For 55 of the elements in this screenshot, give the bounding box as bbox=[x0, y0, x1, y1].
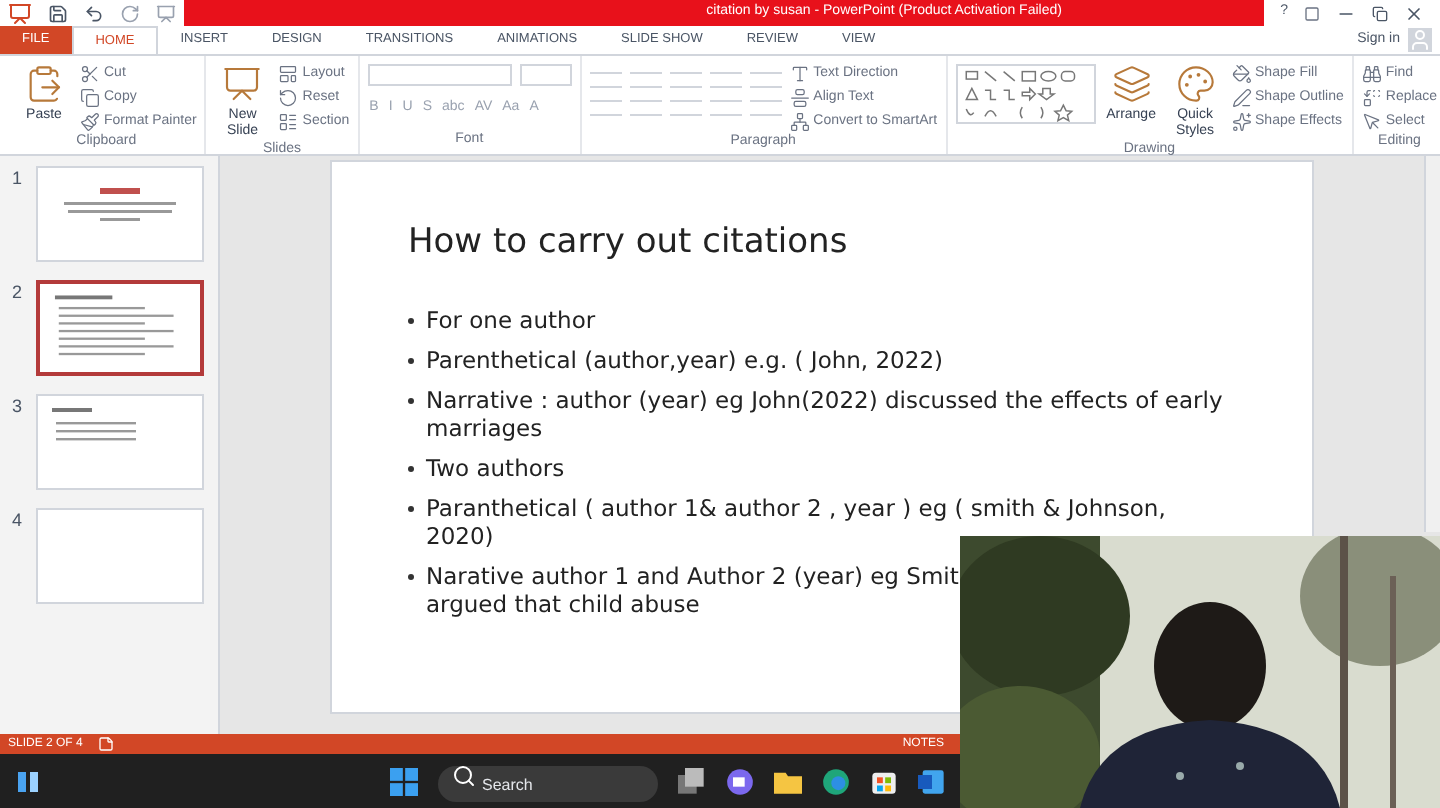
scissors-icon bbox=[80, 64, 100, 84]
search-icon bbox=[452, 763, 476, 787]
store-icon[interactable] bbox=[870, 767, 898, 795]
redo-icon[interactable] bbox=[120, 3, 140, 23]
bullet-item: Narrative : author (year) eg John(2022) discussed the effects of early marriages bbox=[408, 385, 1312, 441]
pen-icon bbox=[1231, 88, 1252, 108]
slide-preview-drawing bbox=[54, 295, 174, 356]
restore-icon[interactable] bbox=[1372, 5, 1388, 21]
bullet-item: Two authors bbox=[408, 453, 1312, 481]
bullet-icon bbox=[408, 357, 414, 363]
styles-icon bbox=[1175, 64, 1216, 104]
scroll-bar[interactable] bbox=[1424, 156, 1440, 532]
smartart-icon bbox=[789, 112, 810, 132]
font-size-field[interactable] bbox=[519, 64, 572, 86]
slide-number: 3 bbox=[12, 394, 25, 420]
search-field[interactable]: Search bbox=[438, 766, 658, 802]
text-direction-icon bbox=[789, 64, 810, 84]
bullet-icon bbox=[408, 465, 414, 471]
slide-preview-drawing bbox=[52, 408, 136, 441]
slide-number: 2 bbox=[12, 280, 25, 306]
bullet-item: Parenthetical (author,year) e.g. ( John, 2022) bbox=[408, 345, 1312, 373]
section-icon bbox=[278, 112, 299, 132]
bullet-item: Paranthetical ( author 1& author 2 , year ) eg ( smith & Johnson, 2020) bbox=[408, 493, 1312, 549]
task-view-icon[interactable] bbox=[678, 767, 706, 795]
slideshow-icon[interactable] bbox=[156, 3, 176, 23]
paintbrush-icon bbox=[80, 112, 100, 132]
slide-number: 1 bbox=[12, 166, 25, 192]
slide-preview-drawing bbox=[64, 188, 176, 221]
align-icon bbox=[789, 88, 810, 108]
folder-icon[interactable] bbox=[774, 767, 802, 795]
sparkles-icon bbox=[1231, 112, 1252, 132]
browser-icon[interactable] bbox=[822, 767, 850, 795]
reset-icon bbox=[278, 88, 299, 108]
binoculars-icon bbox=[1361, 64, 1382, 84]
bullet-icon bbox=[408, 573, 414, 579]
font-name-field[interactable] bbox=[367, 64, 512, 86]
paste-icon bbox=[24, 64, 64, 104]
close-icon[interactable] bbox=[1404, 3, 1424, 23]
undo-icon[interactable] bbox=[84, 3, 104, 23]
copy-icon bbox=[80, 88, 100, 108]
layout-icon bbox=[278, 64, 299, 84]
bullet-icon bbox=[408, 317, 414, 323]
save-icon[interactable] bbox=[48, 3, 68, 23]
arrange-icon bbox=[1111, 64, 1152, 104]
slide-icon bbox=[222, 64, 263, 104]
bullet-icon bbox=[408, 505, 414, 511]
bullet-icon bbox=[408, 397, 414, 403]
slide-number: 4 bbox=[12, 508, 25, 534]
start-icon[interactable] bbox=[390, 767, 418, 795]
pointer-icon bbox=[1361, 112, 1382, 132]
bullet-item: For one author bbox=[408, 305, 1312, 333]
shapes-gallery-drawing[interactable] bbox=[955, 64, 1096, 124]
slide-thumbnail[interactable] bbox=[36, 280, 204, 376]
slide-title: How to carry out citations bbox=[408, 220, 850, 266]
bucket-icon bbox=[1231, 64, 1252, 84]
